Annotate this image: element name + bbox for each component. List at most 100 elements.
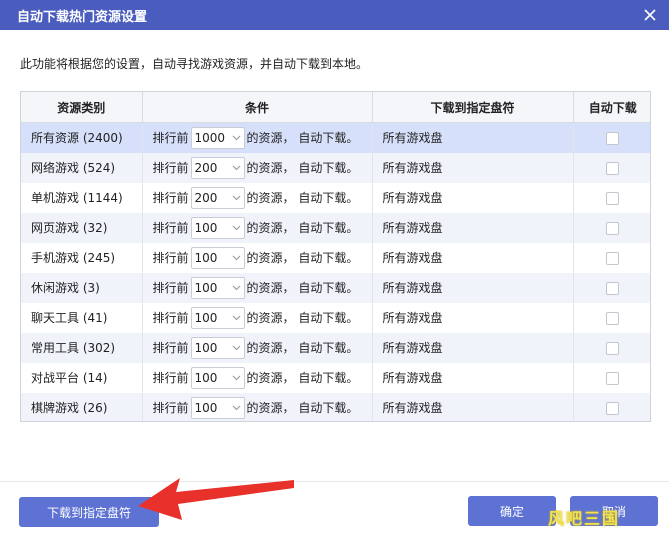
table-row[interactable]: 常用工具 (302) 排行前 100 的资源， 自动下载。 所有游戏盘 [21,332,650,363]
top-n-value: 100 [194,400,218,415]
condition-cell: 排行前 100 的资源， 自动下载。 [142,242,373,273]
category-label: 休闲游戏 (3) [31,281,100,295]
table-row[interactable]: 单机游戏 (1144) 排行前 200 的资源， 自动下载。 所有游戏盘 [21,182,650,213]
auto-download-checkbox[interactable] [606,371,620,385]
top-n-select[interactable]: 100 [190,216,245,239]
top-n-select[interactable]: 100 [190,276,245,299]
close-icon [644,9,656,21]
auto-download-checkbox[interactable] [606,341,620,355]
category-cell: 棋牌游戏 (26) [21,392,143,421]
top-n-select[interactable]: 100 [190,336,245,359]
condition-cell: 排行前 100 的资源， 自动下载。 [142,212,373,243]
top-n-select[interactable]: 1000 [190,126,245,149]
ok-button[interactable]: 确定 [468,496,556,526]
top-n-value: 100 [194,340,218,355]
close-button[interactable] [631,0,669,30]
top-n-select[interactable]: 200 [190,186,245,209]
drive-cell: 所有游戏盘 [372,212,574,243]
category-cell: 聊天工具 (41) [21,302,143,333]
category-label: 聊天工具 (41) [31,311,108,325]
category-label: 所有资源 (2400) [31,131,123,146]
category-label: 网页游戏 (32) [31,221,108,235]
condition-suffix: 的资源， 自动下载。 [246,131,359,146]
condition-suffix: 的资源， 自动下载。 [246,311,359,325]
condition-suffix: 的资源， 自动下载。 [246,401,359,415]
auto-download-cell [573,122,650,153]
chevron-down-icon [232,165,240,170]
category-cell: 单机游戏 (1144) [21,182,143,213]
drive-cell: 所有游戏盘 [372,242,574,273]
condition-cell: 排行前 200 的资源， 自动下载。 [142,152,373,183]
category-cell: 网络游戏 (524) [21,152,143,183]
table-row[interactable]: 手机游戏 (245) 排行前 100 的资源， 自动下载。 所有游戏盘 [21,242,650,273]
top-n-select[interactable]: 200 [190,156,245,179]
category-label: 棋牌游戏 (26) [31,401,108,415]
condition-cell: 排行前 100 的资源， 自动下载。 [142,332,373,363]
top-n-value: 100 [194,250,218,265]
category-cell: 休闲游戏 (3) [21,272,143,303]
header-drive: 下载到指定盘符 [372,92,574,123]
auto-download-cell [573,243,650,273]
chevron-down-icon [232,285,240,290]
drive-label: 所有游戏盘 [382,341,443,355]
settings-table: 资源类别 条件 下载到指定盘符 自动下载 所有资源 (2400) 排行前 100… [20,91,651,422]
category-cell: 对战平台 (14) [21,362,143,393]
top-n-value: 1000 [194,130,226,145]
auto-download-checkbox[interactable] [606,311,620,325]
table-row[interactable]: 棋牌游戏 (26) 排行前 100 的资源， 自动下载。 所有游戏盘 [21,392,650,421]
chevron-down-icon [232,375,240,380]
table-row[interactable]: 对战平台 (14) 排行前 100 的资源， 自动下载。 所有游戏盘 [21,362,650,393]
auto-download-checkbox[interactable] [606,191,620,205]
auto-download-checkbox[interactable] [606,161,620,175]
auto-download-cell [573,332,650,363]
top-n-value: 200 [194,160,218,175]
auto-download-checkbox[interactable] [606,131,620,145]
condition-prefix: 排行前 [152,311,189,325]
table-row[interactable]: 网页游戏 (32) 排行前 100 的资源， 自动下载。 所有游戏盘 [21,212,650,243]
auto-download-checkbox[interactable] [606,251,620,265]
drive-cell: 所有游戏盘 [372,362,574,393]
footer-divider [0,481,669,482]
auto-download-cell [573,272,650,303]
drive-cell: 所有游戏盘 [372,152,574,183]
description-text: 此功能将根据您的设置，自动寻找游戏资源，并自动下载到本地。 [20,57,369,71]
auto-download-cell [573,392,650,421]
top-n-value: 100 [194,310,218,325]
top-n-select[interactable]: 100 [190,366,245,389]
title-bar: 自动下载热门资源设置 [0,0,669,30]
table-row[interactable]: 聊天工具 (41) 排行前 100 的资源， 自动下载。 所有游戏盘 [21,302,650,333]
top-n-select[interactable]: 100 [190,246,245,269]
condition-suffix: 的资源， 自动下载。 [246,161,359,175]
chevron-down-icon [232,345,240,350]
top-n-select[interactable]: 100 [190,396,245,419]
auto-download-checkbox[interactable] [606,281,620,295]
header-auto-download: 自动下载 [573,92,650,123]
table-row[interactable]: 网络游戏 (524) 排行前 200 的资源， 自动下载。 所有游戏盘 [21,152,650,183]
condition-suffix: 的资源， 自动下载。 [246,341,359,355]
watermark-logo: 风吧三国 [548,509,621,528]
category-cell: 手机游戏 (245) [21,242,143,273]
condition-suffix: 的资源， 自动下载。 [246,221,359,235]
drive-cell: 所有游戏盘 [372,272,574,303]
drive-label: 所有游戏盘 [382,311,443,325]
header-condition: 条件 [142,92,373,123]
chevron-down-icon [232,315,240,320]
condition-cell: 排行前 100 的资源， 自动下载。 [142,392,373,421]
condition-prefix: 排行前 [152,131,189,146]
drive-label: 所有游戏盘 [382,221,443,235]
top-n-value: 100 [194,280,218,295]
table-row[interactable]: 休闲游戏 (3) 排行前 100 的资源， 自动下载。 所有游戏盘 [21,272,650,303]
drive-label: 所有游戏盘 [382,371,443,385]
auto-download-checkbox[interactable] [606,401,620,415]
condition-suffix: 的资源， 自动下载。 [246,371,359,385]
table-row[interactable]: 所有资源 (2400) 排行前 1000 的资源， 自动下载。 所有游戏盘 [21,122,650,153]
drive-cell: 所有游戏盘 [372,302,574,333]
top-n-select[interactable]: 100 [190,306,245,329]
condition-cell: 排行前 1000 的资源， 自动下载。 [142,122,373,153]
auto-download-cell [573,152,650,183]
red-arrow-annotation [138,478,294,520]
condition-cell: 排行前 100 的资源， 自动下载。 [142,272,373,303]
auto-download-cell [573,183,650,213]
auto-download-checkbox[interactable] [606,221,620,235]
top-n-value: 200 [194,190,218,205]
